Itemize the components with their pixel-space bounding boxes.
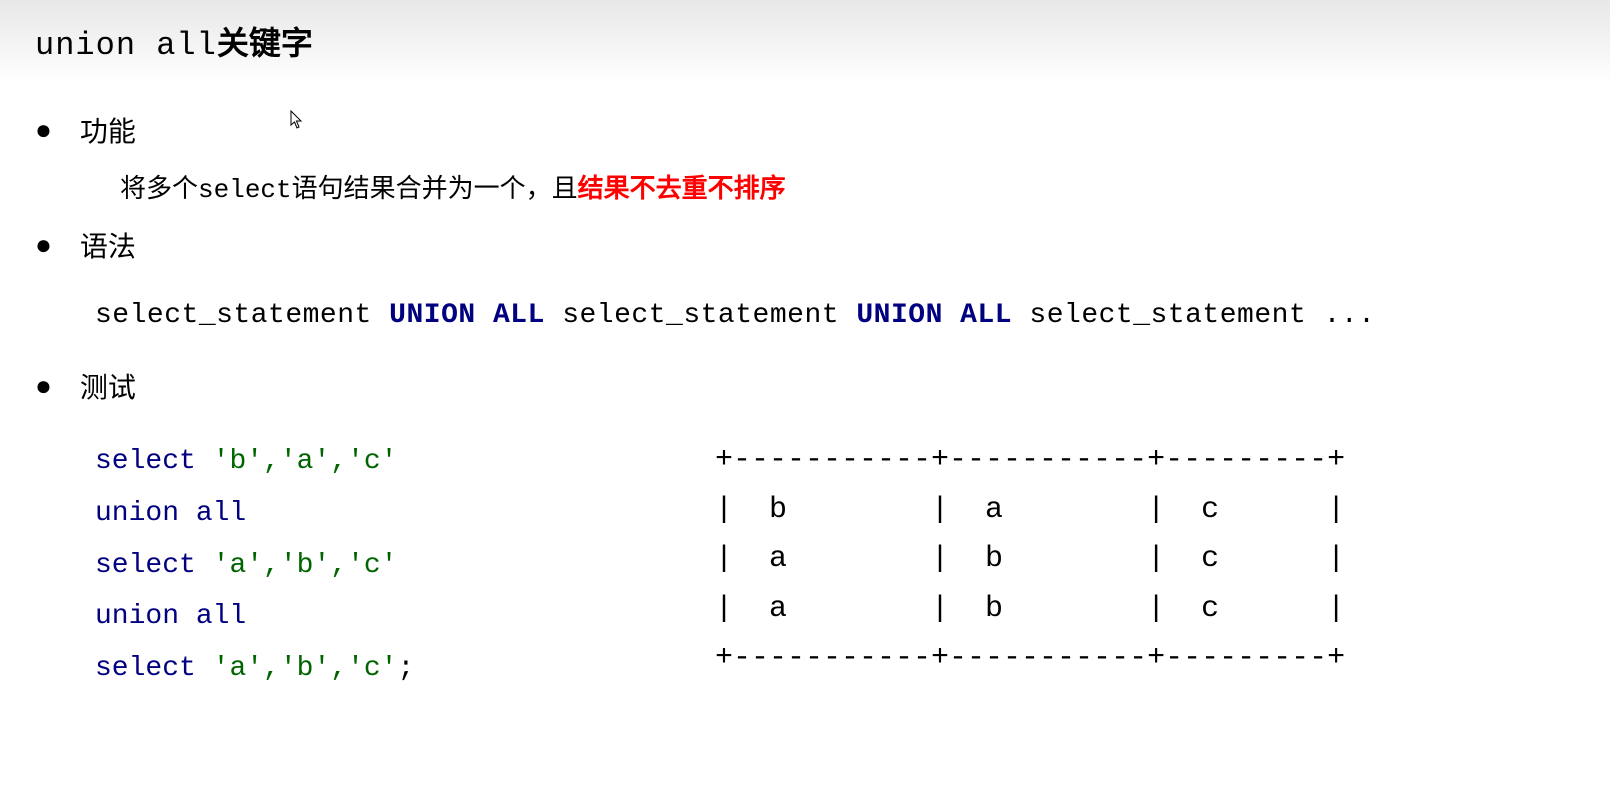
section-function: ● 功能 <box>35 110 1610 150</box>
content-area: ● 功能 将多个select语句结果合并为一个，且结果不去重不排序 ● 语法 s… <box>0 82 1610 695</box>
section-test: ● 测试 <box>35 366 1610 406</box>
section-label-syntax: 语法 <box>80 225 136 265</box>
bullet-icon: ● <box>35 114 52 146</box>
syntax-kw2: UNION ALL <box>856 300 1012 331</box>
desc-mid: 语句结果合并为一个，且 <box>292 173 578 203</box>
function-description: 将多个select语句结果合并为一个，且结果不去重不排序 <box>120 168 1610 205</box>
table-row: | a | b | c | <box>715 542 1345 576</box>
sql-line-3: select 'a','b','c' <box>95 540 715 592</box>
sql-term: ; <box>397 653 414 684</box>
table-row: | a | b | c | <box>715 592 1345 626</box>
syntax-tail: ... <box>1324 300 1376 331</box>
table-border-bottom: +-----------+-----------+---------+ <box>715 641 1345 675</box>
sql-str: 'a','b','c' <box>213 653 398 684</box>
title-cn: 关键字 <box>217 25 313 61</box>
syntax-code: select_statement UNION ALL select_statem… <box>95 300 1610 331</box>
syntax-kw1: UNION ALL <box>389 300 545 331</box>
section-label-test: 测试 <box>80 366 136 406</box>
section-syntax: ● 语法 <box>35 225 1610 265</box>
section-label-function: 功能 <box>80 110 136 150</box>
sql-line-4: union all <box>95 591 715 643</box>
result-output: +-----------+-----------+---------+ | b … <box>715 436 1345 695</box>
table-border-top: +-----------+-----------+---------+ <box>715 443 1345 477</box>
syntax-stmt1: select_statement <box>95 300 372 331</box>
syntax-stmt2: select_statement <box>562 300 839 331</box>
syntax-stmt3: select_statement <box>1029 300 1306 331</box>
sql-line-5: select 'a','b','c'; <box>95 643 715 695</box>
test-content: select 'b','a','c' union all select 'a',… <box>35 436 1610 695</box>
sql-kw: union all <box>95 498 246 529</box>
sql-str: 'b','a','c' <box>213 446 398 477</box>
sql-code: select 'b','a','c' union all select 'a',… <box>95 436 715 695</box>
desc-red: 结果不去重不排序 <box>578 173 786 203</box>
page-title: union all关键字 <box>0 0 1610 82</box>
bullet-icon: ● <box>35 370 52 402</box>
sql-line-2: union all <box>95 488 715 540</box>
sql-kw: union all <box>95 601 246 632</box>
sql-kw: select <box>95 446 196 477</box>
sql-line-1: select 'b','a','c' <box>95 436 715 488</box>
desc-mono: select <box>198 175 292 205</box>
table-row: | b | a | c | <box>715 493 1345 527</box>
title-mono: union all <box>35 27 217 64</box>
sql-kw: select <box>95 550 196 581</box>
bullet-icon: ● <box>35 229 52 261</box>
desc-prefix: 将多个 <box>120 173 198 203</box>
sql-kw: select <box>95 653 196 684</box>
sql-str: 'a','b','c' <box>213 550 398 581</box>
